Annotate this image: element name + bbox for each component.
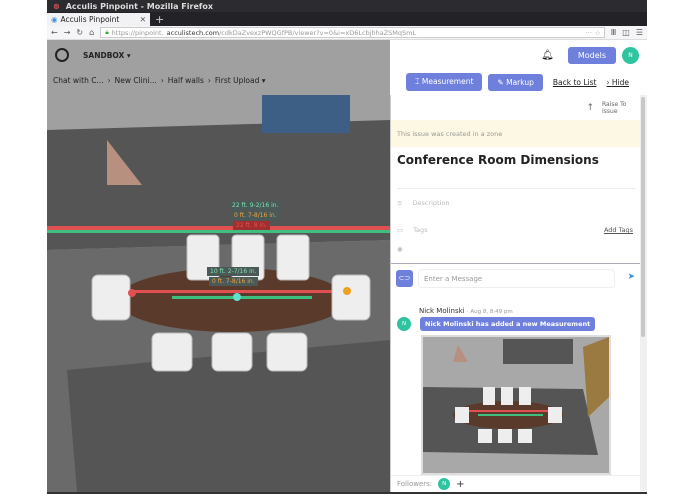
visibility-row: ◉ <box>397 245 633 253</box>
viewer-toolbar: ⌶ Measurement ✎ Markup Back to List › Hi… <box>406 73 629 91</box>
message-author: Nick Molinski · Aug 8, 8:49 pm <box>419 307 513 315</box>
tag-icon: ▭ <box>397 226 404 234</box>
divider <box>397 188 636 189</box>
breadcrumb-item[interactable]: Half walls <box>168 76 204 85</box>
url-input[interactable]: 🔒︎ https://pinpoint. acculistech.com/cdkD… <box>100 27 605 38</box>
measurement-button[interactable]: ⌶ Measurement <box>406 73 483 91</box>
message-composer: ⊂⊃ Enter a Message ➤ <box>391 263 641 291</box>
bookmark-icon[interactable]: ☆ <box>595 29 604 37</box>
model-render <box>47 40 390 492</box>
attach-icon[interactable]: ⊂⊃ <box>396 270 413 287</box>
raise-label: Raise To Issue <box>602 101 627 115</box>
url-path: /cdkDaZvexzPWQGfPB/viewer?v=0&i=xD6Lcbjh… <box>219 28 417 37</box>
followers-bar: Followers: N + <box>391 475 641 492</box>
tags-placeholder: Tags <box>413 226 428 234</box>
measurement-label[interactable]: 22 ft. 8 in. <box>233 221 270 230</box>
measurement-label[interactable]: 10 ft. 2-7/16 in. <box>207 267 260 276</box>
message-badge: Nick Molinski has added a new Measuremen… <box>420 317 596 331</box>
new-tab-button[interactable]: + <box>150 13 169 26</box>
description-field[interactable]: ≡ Description <box>397 199 633 207</box>
issue-title[interactable]: Conference Room Dimensions <box>397 153 599 167</box>
hide-label: Hide <box>611 77 629 87</box>
add-follower-button[interactable]: + <box>456 479 464 490</box>
raise-to-issue-button[interactable]: ↑ Raise To Issue <box>586 101 632 115</box>
url-prefix: https://pinpoint. <box>111 28 164 37</box>
markup-button[interactable]: ✎ Markup <box>488 73 543 91</box>
home-icon[interactable]: ⌂ <box>89 28 94 37</box>
author-avatar: N <box>397 317 411 331</box>
snapshot-render <box>423 337 609 473</box>
breadcrumb-item[interactable]: New Clini... <box>115 76 157 85</box>
issue-panel: ↑ Raise To Issue This issue was created … <box>390 95 641 492</box>
tab-label: Acculis Pinpoint <box>60 15 120 24</box>
measurement-line-green <box>47 230 390 233</box>
followers-label: Followers: <box>397 480 433 488</box>
message-input[interactable]: Enter a Message <box>418 269 615 288</box>
more-icon[interactable]: ··· <box>586 29 592 37</box>
user-avatar[interactable]: N <box>622 46 639 64</box>
measurement-label[interactable]: 0 ft. 7-8/16 in. <box>209 277 258 286</box>
breadcrumb-item[interactable]: Chat with C... <box>53 76 104 85</box>
browser-window: ⊗ Acculis Pinpoint - Mozilla Firefox ◉ A… <box>47 0 647 494</box>
zone-notice: This issue was created in a zone <box>391 120 641 147</box>
app-header: SANDBOX ▾ 🔔︎ Models N <box>47 40 647 70</box>
panel-scrollbar[interactable] <box>640 95 647 492</box>
workspace-selector[interactable]: SANDBOX ▾ <box>83 51 131 60</box>
sidebar-icon[interactable]: ◫ <box>622 28 630 37</box>
measurement-snapshot[interactable] <box>421 335 611 475</box>
app-logo[interactable] <box>55 48 69 62</box>
library-icon[interactable]: Ⅲ <box>611 28 617 37</box>
forward-icon[interactable]: → <box>64 28 71 37</box>
3d-viewer[interactable]: 22 ft. 9-2/16 in. 0 ft. 7-8/16 in. 22 ft… <box>47 40 390 492</box>
reload-icon[interactable]: ↻ <box>76 28 83 37</box>
message-time: · Aug 8, 8:49 pm <box>466 309 513 315</box>
sofa <box>262 95 350 133</box>
breadcrumb-item[interactable]: First Upload ▾ <box>215 76 266 85</box>
close-tab-icon[interactable]: ✕ <box>140 15 146 24</box>
menu-icon[interactable]: ☰ <box>636 28 643 37</box>
markup-label-text: Markup <box>506 77 534 87</box>
back-to-list-link[interactable]: Back to List <box>553 78 597 87</box>
models-button[interactable]: Models <box>567 46 616 64</box>
eye-icon[interactable]: ◉ <box>397 245 403 253</box>
nav-bar: ← → ↻ ⌂ 🔒︎ https://pinpoint. acculistech.… <box>47 26 647 40</box>
measurement-label-text: Measurement <box>421 77 474 86</box>
breadcrumb: Chat with C... › New Clini... › Half walls… <box>53 76 266 85</box>
hide-link[interactable]: › Hide <box>607 78 630 87</box>
scrollbar-thumb[interactable] <box>641 97 645 337</box>
measurement-label[interactable]: 22 ft. 9-2/16 in. <box>229 201 282 210</box>
favicon-icon: ◉ <box>51 15 58 24</box>
description-placeholder: Description <box>412 199 450 207</box>
measurement-label[interactable]: 0 ft. 7-8/16 in. <box>231 211 280 220</box>
author-name: Nick Molinski <box>419 307 465 315</box>
tags-field[interactable]: ▭ Tags Add Tags <box>397 226 633 234</box>
description-icon: ≡ <box>397 199 403 207</box>
browser-tab[interactable]: ◉ Acculis Pinpoint ✕ <box>47 13 150 26</box>
title-bar: ⊗ Acculis Pinpoint - Mozilla Firefox <box>47 0 647 12</box>
add-tags-link[interactable]: Add Tags <box>604 226 633 234</box>
tab-bar: ◉ Acculis Pinpoint ✕ + <box>47 12 647 26</box>
measurement-line-red <box>47 226 390 230</box>
close-window-icon[interactable]: ⊗ <box>53 2 60 11</box>
back-icon[interactable]: ← <box>51 28 58 37</box>
lock-icon: 🔒︎ <box>105 28 109 36</box>
send-icon[interactable]: ➤ <box>627 272 635 282</box>
notification-bell-icon[interactable]: 🔔︎ <box>541 50 554 61</box>
window-title: Acculis Pinpoint - Mozilla Firefox <box>65 1 214 11</box>
follower-avatar[interactable]: N <box>438 478 451 490</box>
url-domain: acculistech.com <box>166 28 220 37</box>
arrow-up-icon: ↑ <box>586 103 594 113</box>
